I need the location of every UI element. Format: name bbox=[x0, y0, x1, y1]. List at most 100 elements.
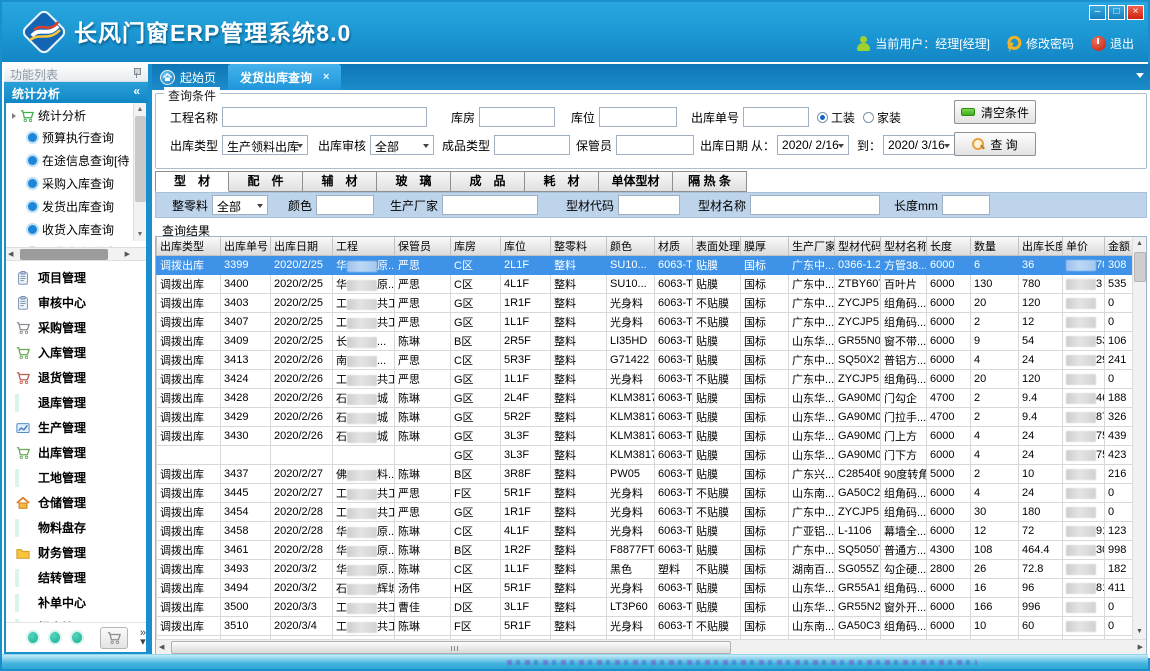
tree-root[interactable]: 统计分析 bbox=[6, 103, 146, 126]
scroll-up-icon[interactable]: ▲ bbox=[134, 103, 146, 116]
factory-input[interactable] bbox=[442, 195, 538, 215]
tree-item-3[interactable]: 发货出库查询 bbox=[6, 195, 146, 218]
column-header[interactable]: 生产厂家 bbox=[789, 237, 835, 256]
quick-dot-icon[interactable] bbox=[50, 632, 60, 643]
material-tab-0[interactable]: 型 材 bbox=[155, 171, 229, 192]
grid-row-3[interactable]: 调拨出库34072020/2/25工共工程严思G区1L1F整料光身料6063-T… bbox=[157, 313, 1141, 332]
material-tab-6[interactable]: 单体型材 bbox=[599, 171, 673, 192]
order-no-input[interactable] bbox=[743, 107, 809, 127]
column-header[interactable]: 保管员 bbox=[395, 237, 451, 256]
minimize-button[interactable]: – bbox=[1089, 5, 1106, 20]
code-input[interactable] bbox=[618, 195, 680, 215]
search-button[interactable]: 查 询 bbox=[954, 132, 1036, 156]
column-header[interactable]: 材质 bbox=[655, 237, 693, 256]
scroll-left-icon[interactable]: ◀ bbox=[8, 248, 13, 261]
sidebar-overflow-button[interactable]: »▾ bbox=[140, 629, 146, 647]
grid-row-6[interactable]: 调拨出库34242020/2/26工共工程严思G区1L1F整料光身料6063-T… bbox=[157, 370, 1141, 389]
column-header[interactable]: 出库类型 bbox=[157, 237, 221, 256]
grid-row-13[interactable]: 调拨出库34542020/2/28工共工程严思G区1R1F整料光身料6063-T… bbox=[157, 503, 1141, 522]
menu-item-10[interactable]: 物料盘存 bbox=[6, 515, 146, 540]
scroll-down-icon[interactable]: ▼ bbox=[1133, 625, 1146, 639]
product-type-input[interactable] bbox=[494, 135, 570, 155]
grid-row-8[interactable]: 调拨出库34292020/2/26石城陈琳G区5R2F整料KLM38176063… bbox=[157, 408, 1141, 427]
column-header[interactable]: 长度 bbox=[927, 237, 971, 256]
name-input[interactable] bbox=[750, 195, 880, 215]
out-type-select[interactable]: 生产领料出库 bbox=[222, 135, 308, 155]
logout-button[interactable]: 退出 bbox=[1091, 35, 1134, 52]
grid-row-16[interactable]: 调拨出库34932020/3/2华原...陈琳C区1L1F整料黑色塑料不贴膜国标… bbox=[157, 560, 1141, 579]
menu-item-11[interactable]: 财务管理 bbox=[6, 540, 146, 565]
column-header[interactable]: 颜色 bbox=[607, 237, 655, 256]
warehouse-input[interactable] bbox=[479, 107, 555, 127]
grid-row-9[interactable]: 调拨出库34302020/2/26石城陈琳G区3L3F整料KLM38176063… bbox=[157, 427, 1141, 446]
tree-expander-icon[interactable] bbox=[12, 113, 16, 119]
menu-item-5[interactable]: 退库管理 bbox=[6, 390, 146, 415]
cart-quick-button[interactable] bbox=[100, 627, 128, 649]
collapse-icon[interactable]: « bbox=[133, 84, 140, 98]
maximize-button[interactable]: □ bbox=[1108, 5, 1125, 20]
menu-item-3[interactable]: 入库管理 bbox=[6, 340, 146, 365]
column-header[interactable]: 工程 bbox=[333, 237, 395, 256]
column-header[interactable]: 表面处理 bbox=[693, 237, 741, 256]
grid-row-14[interactable]: 调拨出库34582020/2/28华原...陈琳C区4L1F整料光身料6063-… bbox=[157, 522, 1141, 541]
column-header[interactable]: 库位 bbox=[501, 237, 551, 256]
tree-vertical-scrollbar[interactable]: ▲ ▼ bbox=[133, 103, 146, 241]
menu-item-8[interactable]: 工地管理 bbox=[6, 465, 146, 490]
material-tab-1[interactable]: 配 件 bbox=[229, 171, 303, 192]
material-tab-7[interactable]: 隔 热 条 bbox=[673, 171, 747, 192]
length-input[interactable] bbox=[942, 195, 990, 215]
column-header[interactable]: 出库单号 bbox=[221, 237, 271, 256]
tree-item-2[interactable]: 采购入库查询 bbox=[6, 172, 146, 195]
keeper-input[interactable] bbox=[616, 135, 694, 155]
sidebar-group-header[interactable]: 统计分析 « bbox=[4, 82, 148, 103]
tab-overflow-icon[interactable] bbox=[1136, 73, 1144, 78]
tab-close-icon[interactable]: × bbox=[323, 71, 329, 83]
radio-gongzhuang[interactable]: 工装 bbox=[817, 109, 855, 126]
tree-horizontal-scrollbar[interactable]: ◀ ▶ bbox=[6, 247, 146, 260]
whole-select[interactable]: 全部 bbox=[212, 195, 268, 215]
close-button[interactable]: × bbox=[1127, 5, 1144, 20]
grid-row-15[interactable]: 调拨出库34612020/2/28华原...陈琳B区1R2F整料F8877FT6… bbox=[157, 541, 1141, 560]
grid-row-11[interactable]: 调拨出库34372020/2/27佛料...陈琳B区3R8F整料PW056063… bbox=[157, 465, 1141, 484]
tree-item-0[interactable]: 预算执行查询 bbox=[6, 126, 146, 149]
change-password-button[interactable]: 修改密码 bbox=[1007, 35, 1074, 52]
scroll-left-icon[interactable]: ◀ bbox=[159, 640, 164, 655]
quick-dot-icon[interactable] bbox=[28, 632, 38, 643]
scroll-down-icon[interactable]: ▼ bbox=[134, 228, 146, 241]
column-header[interactable]: 库房 bbox=[451, 237, 501, 256]
material-tab-2[interactable]: 辅 材 bbox=[303, 171, 377, 192]
location-input[interactable] bbox=[599, 107, 677, 127]
clear-conditions-button[interactable]: 清空条件 bbox=[954, 100, 1036, 124]
grid-row-18[interactable]: 调拨出库35002020/3/3工共工程曹佳D区3L1F整料LT3P606063… bbox=[157, 598, 1141, 617]
grid-vertical-scrollbar[interactable]: ▲ ▼ bbox=[1132, 237, 1146, 639]
grid-row-17[interactable]: 调拨出库34942020/3/2石辉城汤伟H区5R1F整料光身料6063-T5贴… bbox=[157, 579, 1141, 598]
column-header[interactable]: 膜厚 bbox=[741, 237, 789, 256]
grid-row-5[interactable]: 调拨出库34132020/2/26南...严思C区5R3F整料G71422606… bbox=[157, 351, 1141, 370]
grid-row-1[interactable]: 调拨出库34002020/2/25华原...严思C区4L1F整料SU10...6… bbox=[157, 275, 1141, 294]
menu-item-6[interactable]: 生产管理 bbox=[6, 415, 146, 440]
grid-row-2[interactable]: 调拨出库34032020/2/25工共工程严思G区1R1F整料光身料6063-T… bbox=[157, 294, 1141, 313]
tree-item-1[interactable]: 在途信息查询[待 bbox=[6, 149, 146, 172]
scroll-up-icon[interactable]: ▲ bbox=[1133, 237, 1146, 251]
scroll-right-icon[interactable]: ▶ bbox=[125, 248, 130, 261]
grid-row-0[interactable]: 调拨出库33992020/2/25华原...严思C区2L1F整料SU10...6… bbox=[157, 256, 1141, 275]
grid-row-12[interactable]: 调拨出库34452020/2/27工共工程严思F区5R1F整料光身料6063-T… bbox=[157, 484, 1141, 503]
column-header[interactable]: 型材名称 bbox=[881, 237, 927, 256]
tree-item-4[interactable]: 收货入库查询 bbox=[6, 218, 146, 241]
pin-icon[interactable] bbox=[132, 68, 140, 76]
menu-item-1[interactable]: 审核中心 bbox=[6, 290, 146, 315]
grid-row-10[interactable]: G区3L3F整料KLM38176063-T5贴膜国标山东华...GA90M09.… bbox=[157, 446, 1141, 465]
menu-item-7[interactable]: 出库管理 bbox=[6, 440, 146, 465]
column-header[interactable]: 数量 bbox=[971, 237, 1019, 256]
column-header[interactable]: 出库日期 bbox=[271, 237, 333, 256]
menu-item-13[interactable]: 补单中心 bbox=[6, 590, 146, 615]
material-tab-5[interactable]: 耗 材 bbox=[525, 171, 599, 192]
audit-select[interactable]: 全部 bbox=[370, 135, 434, 155]
menu-item-12[interactable]: 结转管理 bbox=[6, 565, 146, 590]
column-header[interactable]: 型材代码 bbox=[835, 237, 881, 256]
radio-jiazhuang[interactable]: 家装 bbox=[863, 109, 901, 126]
material-tab-3[interactable]: 玻 璃 bbox=[377, 171, 451, 192]
grid-horizontal-scrollbar[interactable]: ◀ ▶ bbox=[156, 639, 1146, 654]
column-header[interactable]: 出库长度 bbox=[1019, 237, 1063, 256]
menu-item-4[interactable]: 退货管理 bbox=[6, 365, 146, 390]
